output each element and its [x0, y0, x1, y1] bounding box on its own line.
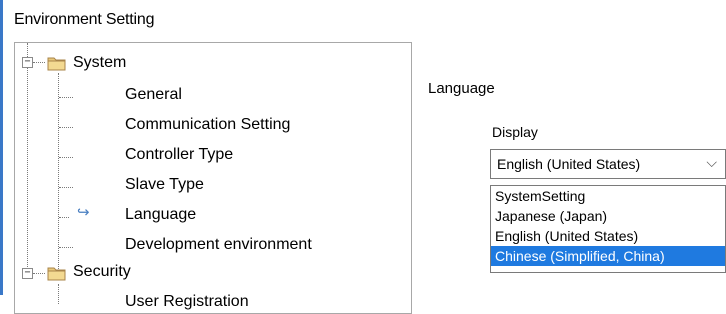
tree-line — [33, 273, 45, 274]
collapse-icon[interactable]: − — [22, 268, 33, 279]
tree-line — [33, 62, 45, 63]
tree-line — [59, 97, 73, 98]
language-heading: Language — [428, 80, 495, 97]
select-value: English (United States) — [497, 156, 641, 172]
settings-tree[interactable]: − System General Communication Setting C… — [14, 42, 412, 314]
tree-node-security[interactable]: Security — [73, 263, 131, 281]
tree-line — [59, 187, 73, 188]
tree-line — [59, 157, 73, 158]
chevron-down-icon[interactable]: ⌵ — [706, 154, 717, 171]
dropdown-option-english[interactable]: English (United States) — [491, 226, 725, 246]
tree-line — [58, 284, 59, 304]
dropdown-option-japanese[interactable]: Japanese (Japan) — [491, 206, 725, 226]
language-dropdown-list[interactable]: SystemSetting Japanese (Japan) English (… — [490, 185, 726, 273]
tree-line — [58, 73, 59, 273]
window-title: Environment Setting — [14, 11, 155, 28]
collapse-icon[interactable]: − — [22, 57, 33, 68]
tree-node-system[interactable]: System — [73, 54, 126, 72]
tree-item-development-environment[interactable]: Development environment — [125, 236, 312, 254]
window-left-edge — [0, 0, 3, 295]
tree-line — [59, 217, 69, 218]
tree-item-general[interactable]: General — [125, 86, 182, 104]
arrow-right-icon: ↪ — [77, 204, 90, 221]
dropdown-option-chinese[interactable]: Chinese (Simplified, China) — [491, 246, 725, 266]
tree-item-user-registration[interactable]: User Registration — [125, 293, 249, 311]
folder-icon — [47, 57, 66, 71]
tree-item-language[interactable]: Language — [125, 206, 196, 224]
tree-item-slave-type[interactable]: Slave Type — [125, 176, 204, 194]
folder-icon — [47, 267, 66, 281]
display-label: Display — [492, 124, 538, 140]
tree-line — [59, 247, 73, 248]
tree-line — [27, 43, 28, 273]
display-language-select[interactable]: English (United States) ⌵ — [490, 149, 726, 179]
tree-item-controller-type[interactable]: Controller Type — [125, 146, 233, 164]
tree-item-communication-setting[interactable]: Communication Setting — [125, 116, 290, 134]
tree-line — [59, 127, 73, 128]
dropdown-option-systemsetting[interactable]: SystemSetting — [491, 186, 725, 206]
